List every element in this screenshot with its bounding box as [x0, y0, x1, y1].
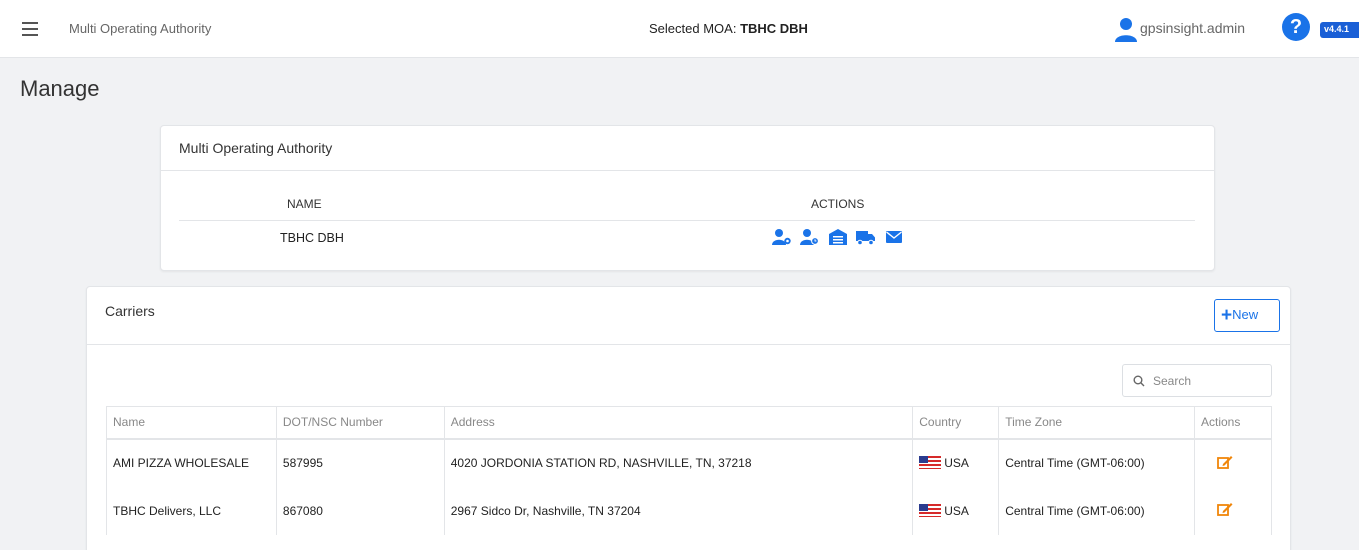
carriers-title: Carriers: [87, 287, 1290, 345]
user-avatar-icon[interactable]: [1114, 16, 1138, 42]
cell-address: 4020 JORDONIA STATION RD, NASHVILLE, TN,…: [443, 438, 914, 487]
moa-card-title: Multi Operating Authority: [161, 126, 1214, 171]
search-box[interactable]: [1122, 364, 1272, 397]
cell-country: USA: [912, 438, 1000, 487]
app-title: Multi Operating Authority: [69, 21, 212, 36]
new-carrier-button[interactable]: +New: [1214, 299, 1280, 332]
top-bar: Multi Operating Authority Selected MOA: …: [0, 0, 1359, 58]
moa-col-actions: ACTIONS: [811, 197, 865, 211]
carriers-card: Carriers +New Name DOT/NSC Number Addres…: [86, 286, 1291, 550]
col-country[interactable]: Country: [912, 406, 1000, 440]
table-row: AMI PIZZA WHOLESALE 587995 4020 JORDONIA…: [106, 438, 1272, 487]
moa-divider: [179, 220, 1195, 221]
us-flag-icon: [919, 503, 942, 517]
cell-country: USA: [912, 486, 1000, 535]
moa-col-name: NAME: [287, 197, 322, 211]
col-timezone[interactable]: Time Zone: [998, 406, 1195, 440]
hamburger-menu-icon[interactable]: [22, 18, 38, 38]
us-flag-icon: [919, 456, 942, 469]
cell-dot: 587995: [275, 438, 445, 487]
cell-name: AMI PIZZA WHOLESALE: [106, 438, 277, 487]
cell-address: 2967 Sidco Dr, Nashville, TN 37204: [443, 486, 914, 535]
truck-icon[interactable]: [856, 228, 876, 246]
col-dot[interactable]: DOT/NSC Number: [275, 406, 445, 440]
cell-actions: [1194, 486, 1272, 535]
col-name[interactable]: Name: [106, 406, 277, 440]
cell-timezone: Central Time (GMT-06:00): [998, 438, 1195, 487]
moa-row-name: TBHC DBH: [280, 231, 344, 245]
cell-timezone: Central Time (GMT-06:00): [998, 486, 1195, 535]
user-clock-icon[interactable]: [800, 228, 820, 246]
col-actions: Actions: [1194, 406, 1272, 440]
selected-moa-label: Selected MOA:: [649, 21, 737, 36]
table-row: TBHC Delivers, LLC 867080 2967 Sidco Dr,…: [106, 486, 1272, 535]
user-settings-icon[interactable]: [772, 228, 792, 246]
moa-card: Multi Operating Authority NAME ACTIONS T…: [160, 125, 1215, 271]
country-label: USA: [944, 456, 969, 470]
cell-actions: [1194, 438, 1272, 487]
search-icon: [1133, 375, 1145, 387]
envelope-icon[interactable]: [884, 228, 904, 246]
selected-moa: Selected MOA: TBHC DBH: [649, 21, 808, 36]
search-input[interactable]: [1153, 372, 1263, 390]
col-address[interactable]: Address: [443, 406, 914, 440]
username[interactable]: gpsinsight.admin: [1140, 20, 1245, 36]
edit-icon[interactable]: [1217, 502, 1233, 516]
help-icon[interactable]: ?: [1282, 13, 1310, 41]
page-title: Manage: [20, 76, 100, 101]
carriers-table: Name DOT/NSC Number Address Country Time…: [106, 406, 1272, 535]
cell-dot: 867080: [275, 486, 445, 535]
plus-icon: +: [1221, 304, 1233, 326]
cell-name: TBHC Delivers, LLC: [106, 486, 277, 535]
new-button-label: New: [1232, 306, 1259, 322]
table-header-row: Name DOT/NSC Number Address Country Time…: [106, 406, 1272, 440]
selected-moa-value: TBHC DBH: [740, 21, 808, 36]
edit-icon[interactable]: [1217, 455, 1233, 469]
country-label: USA: [944, 503, 969, 518]
moa-row-actions: [772, 228, 904, 246]
version-badge: v4.4.1: [1320, 22, 1359, 38]
warehouse-icon[interactable]: [828, 228, 848, 246]
